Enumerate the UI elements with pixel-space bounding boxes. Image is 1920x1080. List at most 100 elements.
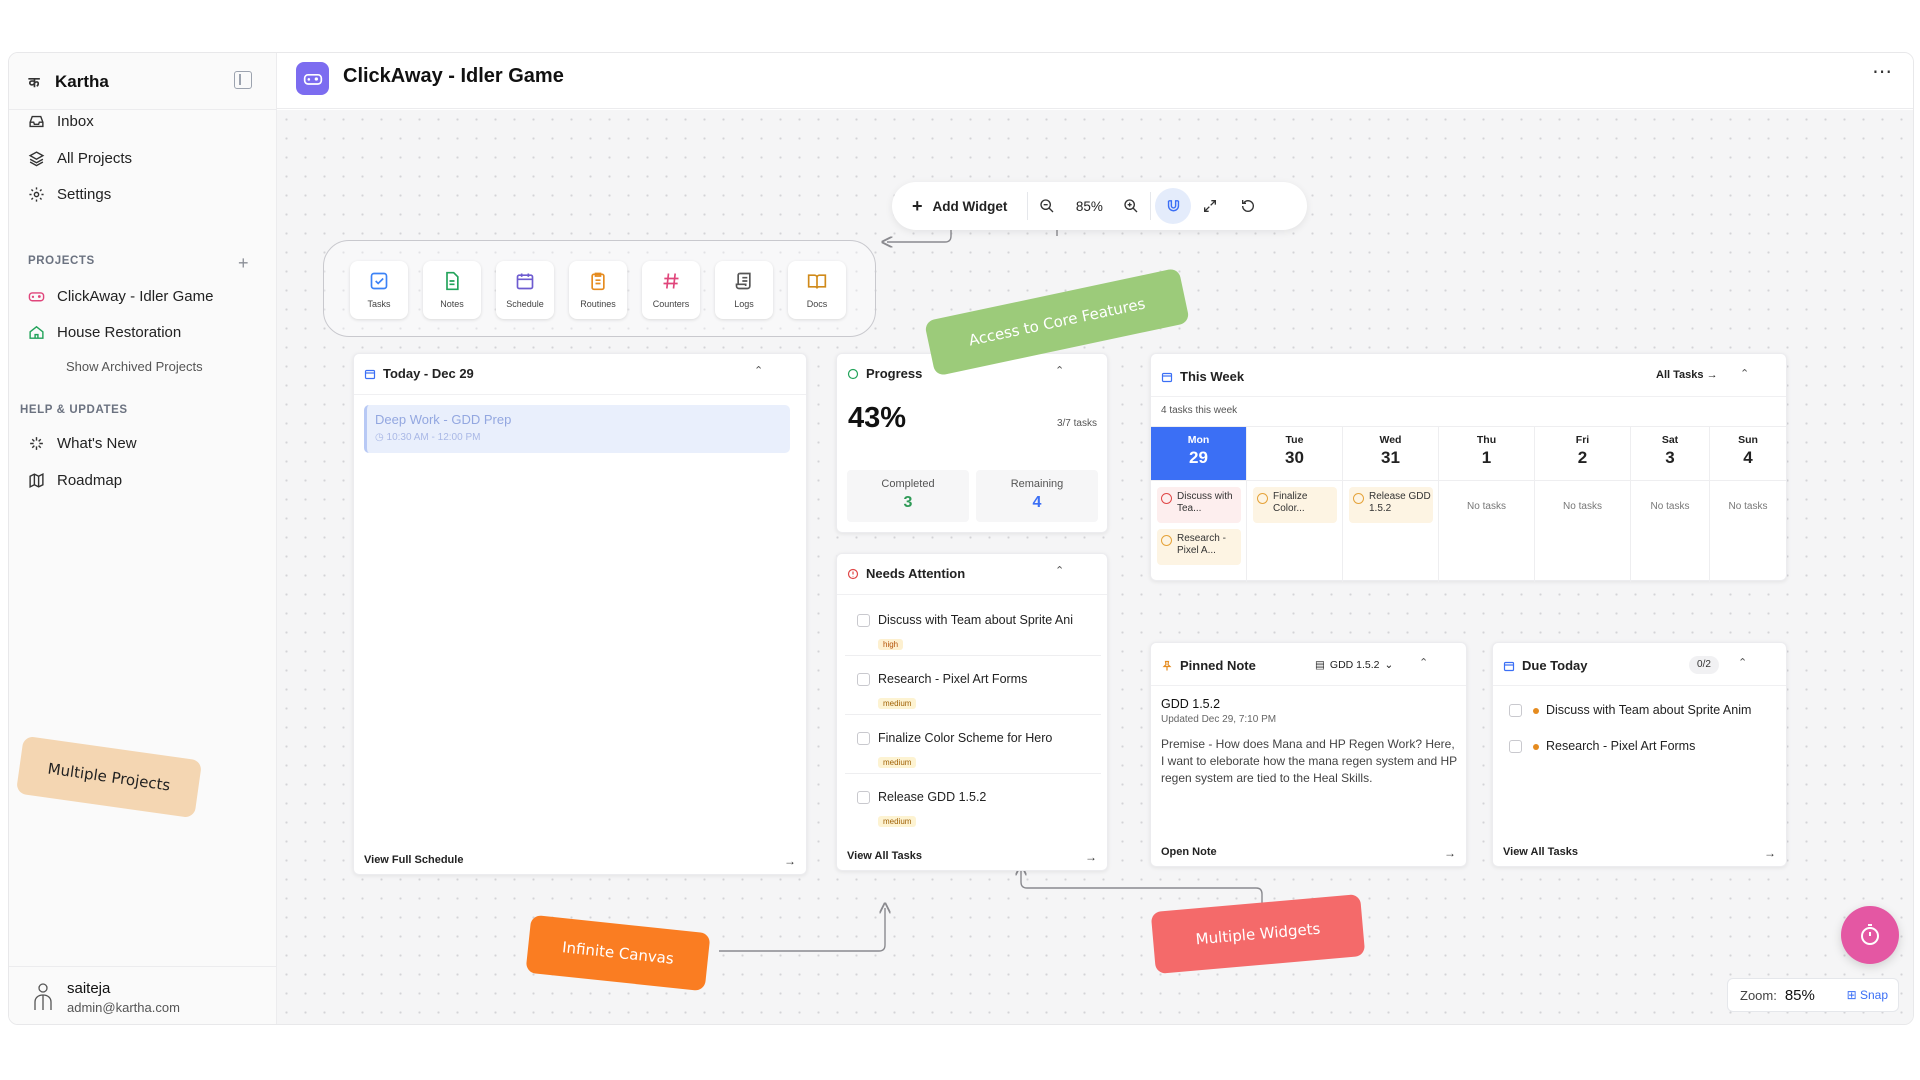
feature-logs[interactable]: Logs xyxy=(715,261,773,319)
today-widget-title: Today - Dec 29 xyxy=(364,366,474,381)
sidebar-item-whats-new[interactable]: What's New xyxy=(27,430,137,456)
feature-label: Docs xyxy=(806,299,828,309)
week-task-chip[interactable]: Release GDD 1.5.2 xyxy=(1349,487,1433,523)
week-task-chip[interactable]: Discuss with Tea... xyxy=(1157,487,1241,523)
collapse-chevron-icon[interactable]: ⌃ xyxy=(1055,364,1067,377)
week-day-column[interactable]: Sun 4 No tasks xyxy=(1710,427,1786,582)
week-day-column[interactable]: Wed 31 Release GDD 1.5.2 xyxy=(1343,427,1439,582)
attention-item[interactable]: Research - Pixel Art Forms medium xyxy=(845,663,1101,715)
collapse-chevron-icon[interactable]: ⌃ xyxy=(1419,656,1431,669)
arrow-right-icon[interactable]: → xyxy=(1764,846,1776,860)
scroll-icon xyxy=(729,266,759,296)
sidebar-item-clickaway[interactable]: ClickAway - Idler Game xyxy=(27,283,213,309)
week-task-chip[interactable]: Research - Pixel A... xyxy=(1157,529,1241,565)
sidebar-collapse-icon[interactable] xyxy=(234,71,252,89)
task-checkbox[interactable] xyxy=(857,673,870,686)
sidebar-item-all-projects[interactable]: All Projects xyxy=(27,145,132,171)
view-all-tasks-link[interactable]: View All Tasks xyxy=(847,850,922,862)
zoom-out-button[interactable] xyxy=(1028,187,1066,225)
week-day-column[interactable]: Thu 1 No tasks xyxy=(1439,427,1535,582)
snap-toggle-button[interactable] xyxy=(1155,188,1192,224)
zoom-in-button[interactable] xyxy=(1112,187,1150,225)
task-checkbox[interactable] xyxy=(1509,704,1522,717)
event-time-text: 10:30 AM - 12:00 PM xyxy=(386,432,481,443)
task-status-circle-icon[interactable] xyxy=(1161,493,1172,504)
snap-toggle[interactable]: ⊞ Snap xyxy=(1847,988,1888,1002)
collapse-chevron-icon[interactable]: ⌃ xyxy=(1740,367,1752,380)
due-item[interactable]: Research - Pixel Art Forms xyxy=(1501,734,1781,764)
collapse-chevron-icon[interactable]: ⌃ xyxy=(1738,656,1750,669)
open-note-link[interactable]: Open Note xyxy=(1161,846,1217,858)
more-options-icon[interactable]: ⋯ xyxy=(1872,59,1893,84)
feature-routines[interactable]: Routines xyxy=(569,261,627,319)
sidebar-item-settings[interactable]: Settings xyxy=(27,181,111,207)
week-day-header[interactable]: Tue 30 xyxy=(1247,427,1342,481)
sidebar-item-house-restoration[interactable]: House Restoration xyxy=(27,319,181,345)
week-day-column[interactable]: Fri 2 No tasks xyxy=(1535,427,1631,582)
note-body: Premise - How does Mana and HP Regen Wor… xyxy=(1161,737,1457,785)
task-checkbox[interactable] xyxy=(857,732,870,745)
all-tasks-filter[interactable]: All Tasks → xyxy=(1656,369,1718,381)
feature-notes[interactable]: Notes xyxy=(423,261,481,319)
day-number: 3 xyxy=(1665,448,1675,467)
week-day-column[interactable]: Mon 29 Discuss with Tea... Research - Pixel… xyxy=(1151,427,1247,582)
view-all-tasks-link[interactable]: View All Tasks xyxy=(1503,846,1578,858)
due-item[interactable]: Discuss with Team about Sprite Anim xyxy=(1501,698,1781,728)
progress-percent: 43% xyxy=(848,402,907,434)
attention-item[interactable]: Discuss with Team about Sprite Ani high xyxy=(845,604,1101,656)
week-day-header[interactable]: Sat 3 xyxy=(1631,427,1709,481)
feature-counters[interactable]: Counters xyxy=(642,261,700,319)
project-gamepad-icon xyxy=(296,62,329,95)
arrow-right-icon[interactable]: → xyxy=(1444,846,1456,860)
task-checkbox[interactable] xyxy=(857,791,870,804)
progress-widget: Progress ⌃ 43% 3/7 tasks Completed 3 Rem… xyxy=(836,353,1108,533)
week-task-count: 4 tasks this week xyxy=(1161,405,1238,416)
map-icon xyxy=(27,471,45,489)
no-tasks-label: No tasks xyxy=(1650,501,1690,512)
feature-docs[interactable]: Docs xyxy=(788,261,846,319)
week-task-chip[interactable]: Finalize Color... xyxy=(1253,487,1337,523)
collapse-chevron-icon[interactable]: ⌃ xyxy=(754,364,766,377)
attention-item[interactable]: Release GDD 1.5.2 medium xyxy=(845,781,1101,833)
add-project-icon[interactable]: + xyxy=(238,253,249,274)
reset-view-button[interactable] xyxy=(1229,187,1267,225)
task-status-circle-icon[interactable] xyxy=(1161,535,1172,546)
week-day-header[interactable]: Wed 31 xyxy=(1343,427,1438,481)
task-checkbox[interactable] xyxy=(1509,740,1522,753)
event-title: Deep Work - GDD Prep xyxy=(375,412,512,427)
collapse-chevron-icon[interactable]: ⌃ xyxy=(1055,564,1067,577)
task-status-circle-icon[interactable] xyxy=(1353,493,1364,504)
week-day-header[interactable]: Sun 4 xyxy=(1710,427,1786,481)
day-of-week: Sat xyxy=(1661,434,1679,446)
priority-badge: medium xyxy=(878,693,917,711)
timer-fab-button[interactable] xyxy=(1841,906,1899,964)
week-day-header[interactable]: Fri 2 xyxy=(1535,427,1630,481)
sidebar-item-inbox[interactable]: Inbox xyxy=(27,108,94,134)
divider xyxy=(1151,396,1786,397)
user-profile[interactable]: saiteja admin@kartha.com xyxy=(9,966,277,1024)
arrow-right-icon[interactable]: → xyxy=(1085,850,1097,864)
magnet-icon xyxy=(1167,199,1180,211)
task-checkbox[interactable] xyxy=(857,614,870,627)
week-day-header[interactable]: Thu 1 xyxy=(1439,427,1534,481)
attention-item[interactable]: Finalize Color Scheme for Hero medium xyxy=(845,722,1101,774)
feature-label: Tasks xyxy=(367,299,391,309)
feature-tasks[interactable]: Tasks xyxy=(350,261,408,319)
week-day-column[interactable]: Tue 30 Finalize Color... xyxy=(1247,427,1343,582)
arrow-right-icon[interactable]: → xyxy=(784,854,796,868)
show-archived-link[interactable]: Show Archived Projects xyxy=(66,359,203,374)
schedule-event[interactable]: Deep Work - GDD Prep ◷ 10:30 AM - 12:00 … xyxy=(364,405,790,453)
task-status-circle-icon[interactable] xyxy=(1257,493,1268,504)
feature-schedule[interactable]: Schedule xyxy=(496,261,554,319)
week-day-header[interactable]: Mon 29 xyxy=(1151,427,1246,481)
brand[interactable]: क Kartha xyxy=(27,67,109,97)
hash-icon xyxy=(656,266,686,296)
sidebar-item-roadmap[interactable]: Roadmap xyxy=(27,467,122,493)
view-full-schedule-link[interactable]: View Full Schedule xyxy=(364,854,463,866)
week-day-column[interactable]: Sat 3 No tasks xyxy=(1631,427,1710,582)
infinite-canvas[interactable]: + Add Widget 85% Tasks Notes Schedule Ro… xyxy=(15,110,1913,1024)
pinned-note-widget: Pinned Note ▤ GDD 1.5.2 ⌄ ⌃ GDD 1.5.2 Upda… xyxy=(1150,642,1467,867)
fullscreen-button[interactable] xyxy=(1191,187,1229,225)
add-widget-button[interactable]: + Add Widget xyxy=(892,182,1027,230)
note-select-dropdown[interactable]: ▤ GDD 1.5.2 ⌄ xyxy=(1315,659,1393,671)
